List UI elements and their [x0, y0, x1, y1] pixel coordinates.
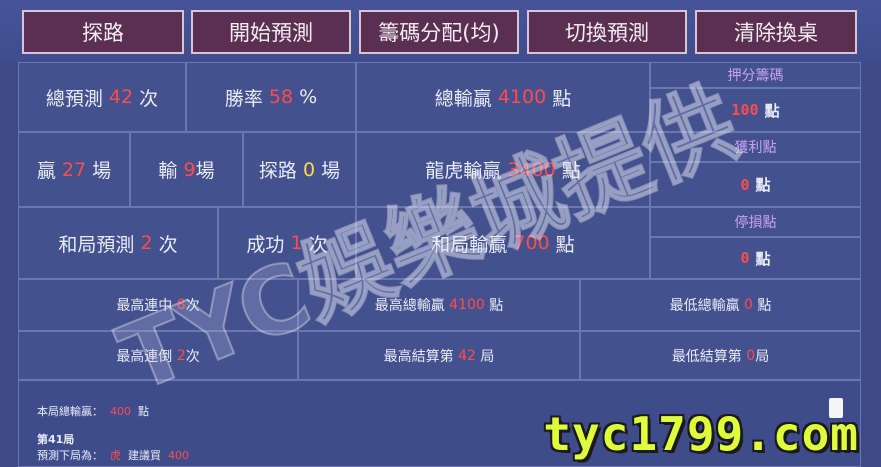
tie-prediction-value: 2	[140, 232, 153, 254]
switch-prediction-button[interactable]: 切換預測	[527, 10, 687, 54]
dragon-tiger-unit: 點	[561, 160, 581, 182]
total-win-value: 4100	[497, 86, 547, 108]
profit-unit: 點	[755, 176, 771, 194]
max-streak-value: 8	[176, 297, 186, 313]
winrate-value: 58	[268, 86, 294, 108]
win-cell: 贏 27 場	[18, 132, 130, 207]
next-prediction-value: 虎	[110, 449, 121, 462]
max-settle-unit: 局	[480, 348, 495, 365]
lose-value: 9	[183, 158, 196, 181]
bet-chip-label: 押分籌碼	[727, 68, 784, 84]
total-prediction-label: 總預測	[45, 87, 103, 110]
route-count-unit: 場	[321, 160, 341, 182]
route-count-cell: 探路 0 場	[243, 132, 356, 207]
min-settle-unit: 局	[755, 348, 770, 365]
stop-loss-unit: 點	[755, 249, 771, 268]
max-total-unit: 點	[489, 298, 504, 314]
max-streak-unit: 次	[185, 298, 200, 314]
tie-prediction-label: 和局預測	[58, 233, 135, 256]
max-lose-streak-value: 2	[176, 347, 186, 364]
bet-chip-unit: 點	[764, 101, 780, 120]
win-unit: 場	[92, 160, 112, 182]
tie-prediction-cell: 和局預測 2 次	[18, 207, 218, 279]
bet-chip-value[interactable]: 100	[731, 101, 758, 119]
profit-label-cell: 獲利點	[650, 132, 861, 162]
max-settle-value: 42	[458, 347, 476, 364]
round-total-value: 400	[110, 405, 131, 418]
site-logo: tyc1799.com	[543, 407, 859, 461]
dragon-tiger-cell: 龍虎輸贏 3400 點	[356, 132, 650, 207]
tie-win-value: 700	[513, 232, 550, 254]
stop-loss-label-cell: 停損點	[650, 207, 861, 237]
max-streak-cell: 最高連中 8次	[18, 279, 298, 331]
route-count-label: 探路	[258, 160, 297, 182]
round-total-line: 本局總輸贏： 400 點	[37, 403, 149, 419]
max-lose-streak-label: 最高連倒	[116, 348, 173, 365]
min-settle-label: 最低結算第	[671, 348, 742, 365]
min-settle-cell: 最低結算第 0局	[580, 331, 861, 380]
max-settle-label: 最高結算第	[383, 348, 454, 365]
lose-unit: 場	[195, 160, 215, 182]
lose-label: 輸	[158, 160, 178, 182]
bet-chip-value-cell[interactable]: 100 點	[650, 88, 861, 132]
suggest-bet-label: 建議買	[128, 449, 161, 462]
chip-allocation-button[interactable]: 籌碼分配(均)	[359, 10, 519, 54]
tie-win-cell: 和局輸贏 700 點	[356, 207, 650, 279]
clear-table-button[interactable]: 清除換桌	[695, 10, 857, 54]
min-total-cell: 最低總輸贏 0 點	[580, 279, 861, 331]
total-win-cell: 總輸贏 4100 點	[356, 62, 650, 132]
tie-win-label: 和局輸贏	[431, 233, 508, 256]
route-button[interactable]: 探路	[22, 10, 184, 54]
profit-value-cell[interactable]: 0 點	[650, 162, 861, 207]
stop-loss-value[interactable]: 0	[740, 249, 749, 267]
stop-loss-label: 停損點	[734, 215, 777, 231]
suggest-bet-value: 400	[168, 449, 189, 462]
max-total-value: 4100	[449, 297, 485, 313]
success-value: 1	[290, 232, 303, 254]
winrate-cell: 勝率 58 %	[186, 62, 356, 132]
min-settle-value: 0	[746, 347, 756, 364]
total-prediction-value: 42	[108, 86, 134, 108]
max-total-label: 最高總輸贏	[374, 298, 445, 314]
min-total-unit: 點	[757, 298, 772, 314]
lose-cell: 輸 9場	[130, 132, 243, 207]
profit-label: 獲利點	[734, 140, 777, 156]
start-prediction-button[interactable]: 開始預測	[191, 10, 351, 54]
winrate-label: 勝率	[224, 87, 263, 110]
success-unit: 次	[308, 233, 328, 256]
max-lose-streak-unit: 次	[185, 348, 200, 365]
winrate-unit: %	[299, 86, 318, 108]
round-total-unit: 點	[138, 405, 149, 418]
max-total-cell: 最高總輸贏 4100 點	[298, 279, 580, 331]
dragon-tiger-value: 3400	[507, 158, 556, 181]
max-lose-streak-cell: 最高連倒 2次	[18, 331, 298, 380]
next-prediction-line: 預測下局為： 虎 建議買 400	[37, 447, 189, 463]
min-total-label: 最低總輸贏	[669, 298, 740, 314]
round-number: 第41局	[37, 433, 75, 446]
win-label: 贏	[36, 160, 56, 182]
total-win-label: 總輸贏	[434, 87, 492, 110]
tie-win-unit: 點	[555, 233, 575, 256]
dragon-tiger-label: 龍虎輸贏	[425, 160, 502, 182]
min-total-value: 0	[744, 297, 753, 313]
total-win-unit: 點	[552, 87, 572, 110]
next-prediction-label: 預測下局為：	[37, 449, 103, 462]
success-cell: 成功 1 次	[218, 207, 356, 279]
route-count-value: 0	[302, 158, 316, 181]
max-settle-cell: 最高結算第 42 局	[298, 331, 580, 380]
profit-value[interactable]: 0	[740, 176, 749, 194]
success-label: 成功	[246, 233, 285, 256]
total-prediction-unit: 次	[139, 87, 159, 110]
tie-prediction-unit: 次	[158, 233, 178, 256]
stop-loss-value-cell[interactable]: 0 點	[650, 237, 861, 279]
max-streak-label: 最高連中	[116, 298, 173, 314]
toolbar: 探路 開始預測 籌碼分配(均) 切換預測 清除換桌	[0, 0, 881, 62]
bet-chip-label-cell: 押分籌碼	[650, 62, 861, 88]
win-value: 27	[61, 158, 87, 181]
round-total-label: 本局總輸贏：	[37, 405, 103, 418]
total-prediction-cell: 總預測 42 次	[18, 62, 186, 132]
